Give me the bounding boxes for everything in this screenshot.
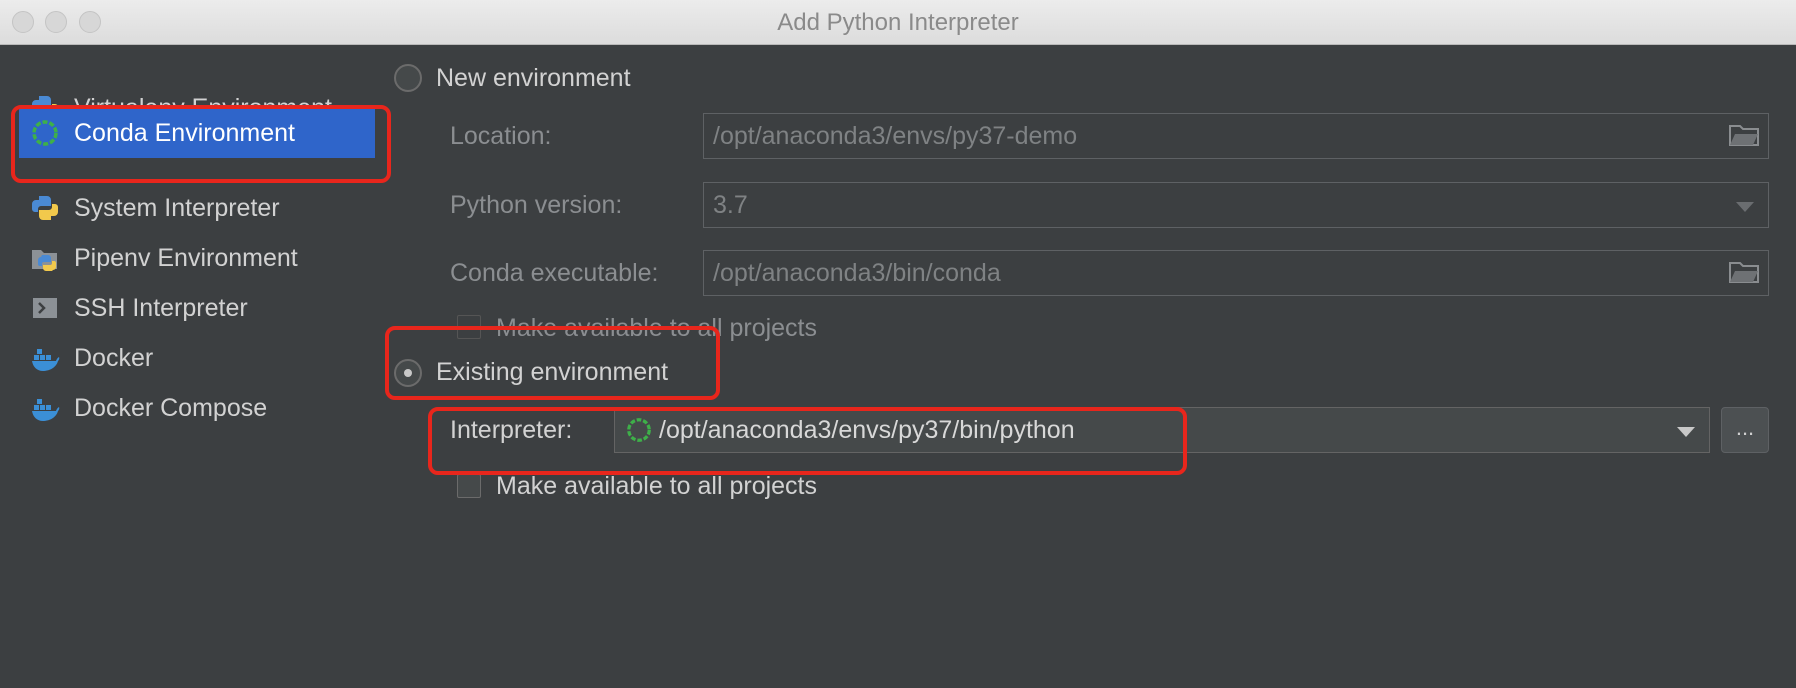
sidebar-item-pipenv[interactable]: Pipenv Environment — [19, 234, 375, 282]
annotation-highlight-interpreter — [428, 407, 1187, 475]
chevron-down-icon — [1736, 200, 1754, 218]
sidebar-item-ssh-interpreter[interactable]: SSH Interpreter — [19, 284, 375, 332]
browse-interpreter-button[interactable]: ... — [1721, 407, 1769, 453]
browse-conda-folder-icon[interactable] — [1727, 257, 1761, 287]
sidebar-item-label: SSH Interpreter — [74, 293, 248, 322]
title-bar: Add Python Interpreter — [0, 0, 1796, 45]
python-icon — [28, 191, 62, 225]
browse-location-folder-icon[interactable] — [1727, 120, 1761, 150]
location-field[interactable]: /opt/anaconda3/envs/py37-demo — [703, 113, 1769, 159]
add-python-interpreter-dialog: Add Python Interpreter V Virtualenv Envi… — [0, 0, 1796, 688]
window-title: Add Python Interpreter — [777, 9, 1019, 36]
annotation-highlight-existing-environment — [385, 326, 720, 400]
chevron-down-icon[interactable] — [1677, 425, 1695, 443]
sidebar-item-label: System Interpreter — [74, 193, 280, 222]
docker-icon — [28, 341, 62, 375]
new-environment-label: New environment — [436, 64, 631, 92]
pipenv-icon — [28, 241, 62, 275]
python-version-dropdown[interactable]: 3.7 — [703, 182, 1769, 228]
existing-env-make-available-checkbox[interactable] — [457, 474, 481, 498]
annotation-highlight-conda — [11, 105, 391, 183]
location-label: Location: — [450, 122, 552, 150]
new-environment-radio[interactable] — [394, 64, 422, 92]
python-version-label: Python version: — [450, 191, 623, 219]
sidebar-item-label: Docker Compose — [74, 393, 268, 422]
conda-executable-label: Conda executable: — [450, 259, 659, 287]
sidebar-item-docker-compose[interactable]: Docker Compose — [19, 384, 375, 432]
existing-env-make-available-label: Make available to all projects — [496, 472, 817, 500]
sidebar-item-label: Pipenv Environment — [74, 243, 298, 272]
sidebar-item-docker[interactable]: Docker — [19, 334, 375, 382]
docker-compose-icon — [28, 391, 62, 425]
sidebar-item-system-interpreter[interactable]: System Interpreter — [19, 184, 375, 232]
ssh-terminal-icon — [28, 291, 62, 325]
sidebar-item-label: Docker — [74, 343, 154, 372]
conda-executable-field[interactable]: /opt/anaconda3/bin/conda — [703, 250, 1769, 296]
